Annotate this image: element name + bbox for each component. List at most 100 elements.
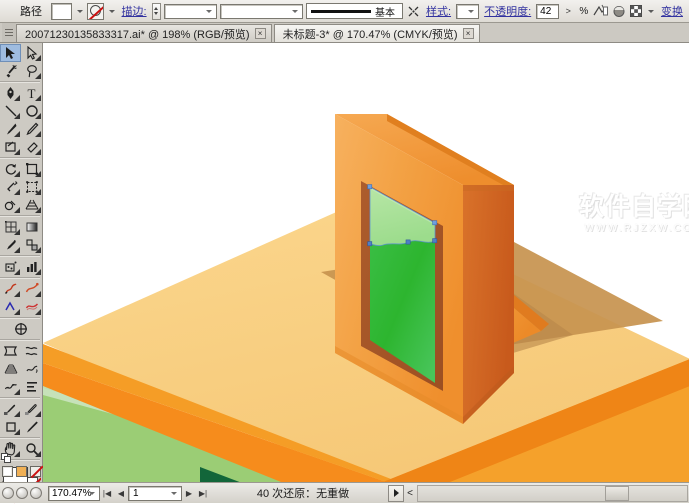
opacity-mask-icon[interactable] [406, 3, 421, 19]
brush-definition-select[interactable]: 基本 [306, 3, 404, 19]
color-mode-color-button[interactable] [15, 466, 27, 477]
sidebar-item-selection-tool[interactable] [0, 44, 21, 62]
sidebar-item-warp-tool[interactable] [0, 298, 21, 316]
sidebar-item-scale-tool[interactable] [21, 160, 42, 178]
sidebar-item-knife-tool[interactable] [21, 418, 42, 436]
stroke-profile-select[interactable] [219, 3, 304, 19]
stroke-none-icon[interactable] [87, 2, 105, 20]
sidebar-item-direct-selection-tool[interactable] [21, 44, 42, 62]
artboard-number-value: 1 [133, 487, 139, 499]
sidebar-item-live-paint-bucket-tool[interactable] [0, 342, 21, 360]
horizontal-scrollbar-thumb[interactable] [605, 485, 629, 501]
selection-type-label: 路径 [20, 6, 42, 18]
status-screen-mode-1-button[interactable] [2, 487, 14, 499]
first-artboard-button[interactable]: |◀ [100, 485, 114, 501]
sidebar-item-zoom-tool[interactable] [21, 440, 42, 458]
workspace: T 软件自学 WWW.RJZXW.C [0, 43, 689, 501]
status-screen-mode-3-button[interactable] [30, 487, 42, 499]
sidebar-item-measure-tool[interactable] [21, 400, 42, 418]
chevron-down-icon[interactable] [203, 6, 215, 17]
document-tab-2[interactable]: 未标题-3* @ 170.47% (CMYK/预览) × [273, 24, 480, 42]
sidebar-item-smooth-tool[interactable] [0, 378, 21, 396]
sidebar-item-perspective-selection-tool[interactable] [0, 360, 21, 378]
sidebar-item-gradient-mesh-tool[interactable] [0, 320, 42, 338]
next-artboard-button[interactable]: ▶ [182, 485, 196, 501]
sidebar-item-paintbrush-tool[interactable] [0, 120, 21, 138]
stroke-weight-label[interactable]: 描边: [120, 3, 149, 19]
sidebar-item-ellipse-tool[interactable] [21, 102, 42, 120]
sidebar-item-free-transform-tool[interactable] [21, 178, 42, 196]
control-bar: 路径 描边: 基本 样式: 不透明度: 42 > % 变换 [0, 0, 689, 23]
isolate-blending-icon[interactable] [593, 3, 609, 19]
sidebar-item-crop-area-tool[interactable] [0, 418, 21, 436]
color-mode-none-button[interactable] [29, 466, 41, 477]
sidebar-item-lasso-tool[interactable] [21, 62, 42, 80]
sidebar-item-symbol-shifter-tool[interactable] [21, 360, 42, 378]
default-fill-stroke-icon[interactable] [1, 453, 11, 463]
sidebar-item-width-tool[interactable] [0, 178, 21, 196]
artwork-illustration [43, 43, 689, 482]
tool-separator [0, 81, 40, 83]
sidebar-item-line-segment-tool[interactable] [0, 102, 21, 120]
status-screen-mode-2-button[interactable] [16, 487, 28, 499]
sidebar-item-mesh-tool[interactable] [0, 218, 21, 236]
tab-bar-grip[interactable] [2, 23, 16, 42]
sidebar-item-slice-tool[interactable] [21, 280, 42, 298]
stroke-weight-input[interactable] [164, 3, 217, 19]
document-tab-2-title: 未标题-3* @ 170.47% (CMYK/预览) [282, 28, 458, 41]
chevron-down-icon[interactable] [86, 488, 98, 499]
sidebar-item-artboard-tool[interactable] [0, 280, 21, 298]
sidebar-item-blend-tool[interactable] [21, 236, 42, 254]
document-tab-1[interactable]: 20071230135833317.ai* @ 198% (RGB/预览) × [16, 24, 272, 42]
align-icon[interactable] [611, 3, 626, 19]
stroke-weight-spinner-icon[interactable] [151, 2, 162, 20]
chevron-down-icon[interactable] [168, 488, 180, 499]
sidebar-item-eyedropper-tool[interactable] [0, 236, 21, 254]
opacity-label[interactable]: 不透明度: [482, 3, 533, 19]
close-icon[interactable]: × [254, 28, 266, 39]
sidebar-item-rotate-tool[interactable] [0, 160, 21, 178]
color-mode-buttons [0, 466, 42, 477]
prev-artboard-button[interactable]: ◀ [114, 485, 128, 501]
sidebar-item-blob-brush-tool[interactable] [0, 138, 21, 156]
status-menu-button[interactable] [388, 484, 404, 502]
sidebar-item-live-paint-selection-tool[interactable] [21, 342, 42, 360]
opacity-slider-icon[interactable]: > [562, 4, 574, 19]
tool-separator [0, 157, 40, 159]
sidebar-item-column-graph-tool[interactable] [21, 258, 42, 276]
sidebar-item-magic-wand-tool[interactable] [0, 62, 21, 80]
zoom-level-input[interactable]: 170.47% [48, 485, 100, 501]
last-artboard-button[interactable]: ▶| [196, 485, 210, 501]
style-label[interactable]: 样式: [424, 3, 453, 19]
chevron-down-icon[interactable] [389, 6, 401, 17]
sidebar-item-eyedropper2-tool[interactable] [0, 400, 21, 418]
document-canvas[interactable]: 软件自学网 WWW.RJZXW.COM [43, 43, 689, 482]
sidebar-item-gradient-tool[interactable] [21, 218, 42, 236]
sidebar-item-eraser-tool[interactable] [21, 138, 42, 156]
status-screen-modes [2, 487, 48, 499]
sidebar-item-type-tool[interactable]: T [21, 84, 42, 102]
sidebar-item-symbol-sprayer-tool[interactable] [0, 258, 21, 276]
chevron-down-icon[interactable] [289, 6, 301, 17]
transparency-chevron-down-icon[interactable] [647, 4, 656, 19]
status-caret-icon: < [407, 487, 413, 499]
color-mode-gradient-button[interactable] [1, 466, 13, 477]
chevron-down-icon[interactable] [465, 6, 477, 17]
close-icon[interactable]: × [462, 28, 474, 39]
sidebar-item-align-panel-tool[interactable] [21, 378, 42, 396]
fill-swatch-chevron-down-icon[interactable] [75, 4, 84, 19]
sidebar-item-pen-tool[interactable] [0, 84, 21, 102]
graphic-style-select[interactable] [456, 3, 480, 19]
opacity-input[interactable]: 42 [536, 3, 560, 19]
horizontal-scrollbar[interactable] [417, 484, 688, 502]
fill-swatch-icon[interactable] [51, 2, 72, 20]
stroke-swatch-chevron-down-icon[interactable] [107, 4, 116, 19]
sidebar-item-perspective-grid-tool[interactable] [21, 196, 42, 214]
sidebar-item-shape-builder-tool[interactable] [0, 196, 21, 214]
tool-separator [0, 215, 40, 217]
transform-link[interactable]: 变换 [659, 3, 685, 19]
sidebar-item-free-distort-tool[interactable] [21, 298, 42, 316]
sidebar-item-pencil-tool[interactable] [21, 120, 42, 138]
transparency-grid-icon[interactable] [629, 3, 644, 19]
artboard-number-input[interactable]: 1 [128, 485, 182, 501]
